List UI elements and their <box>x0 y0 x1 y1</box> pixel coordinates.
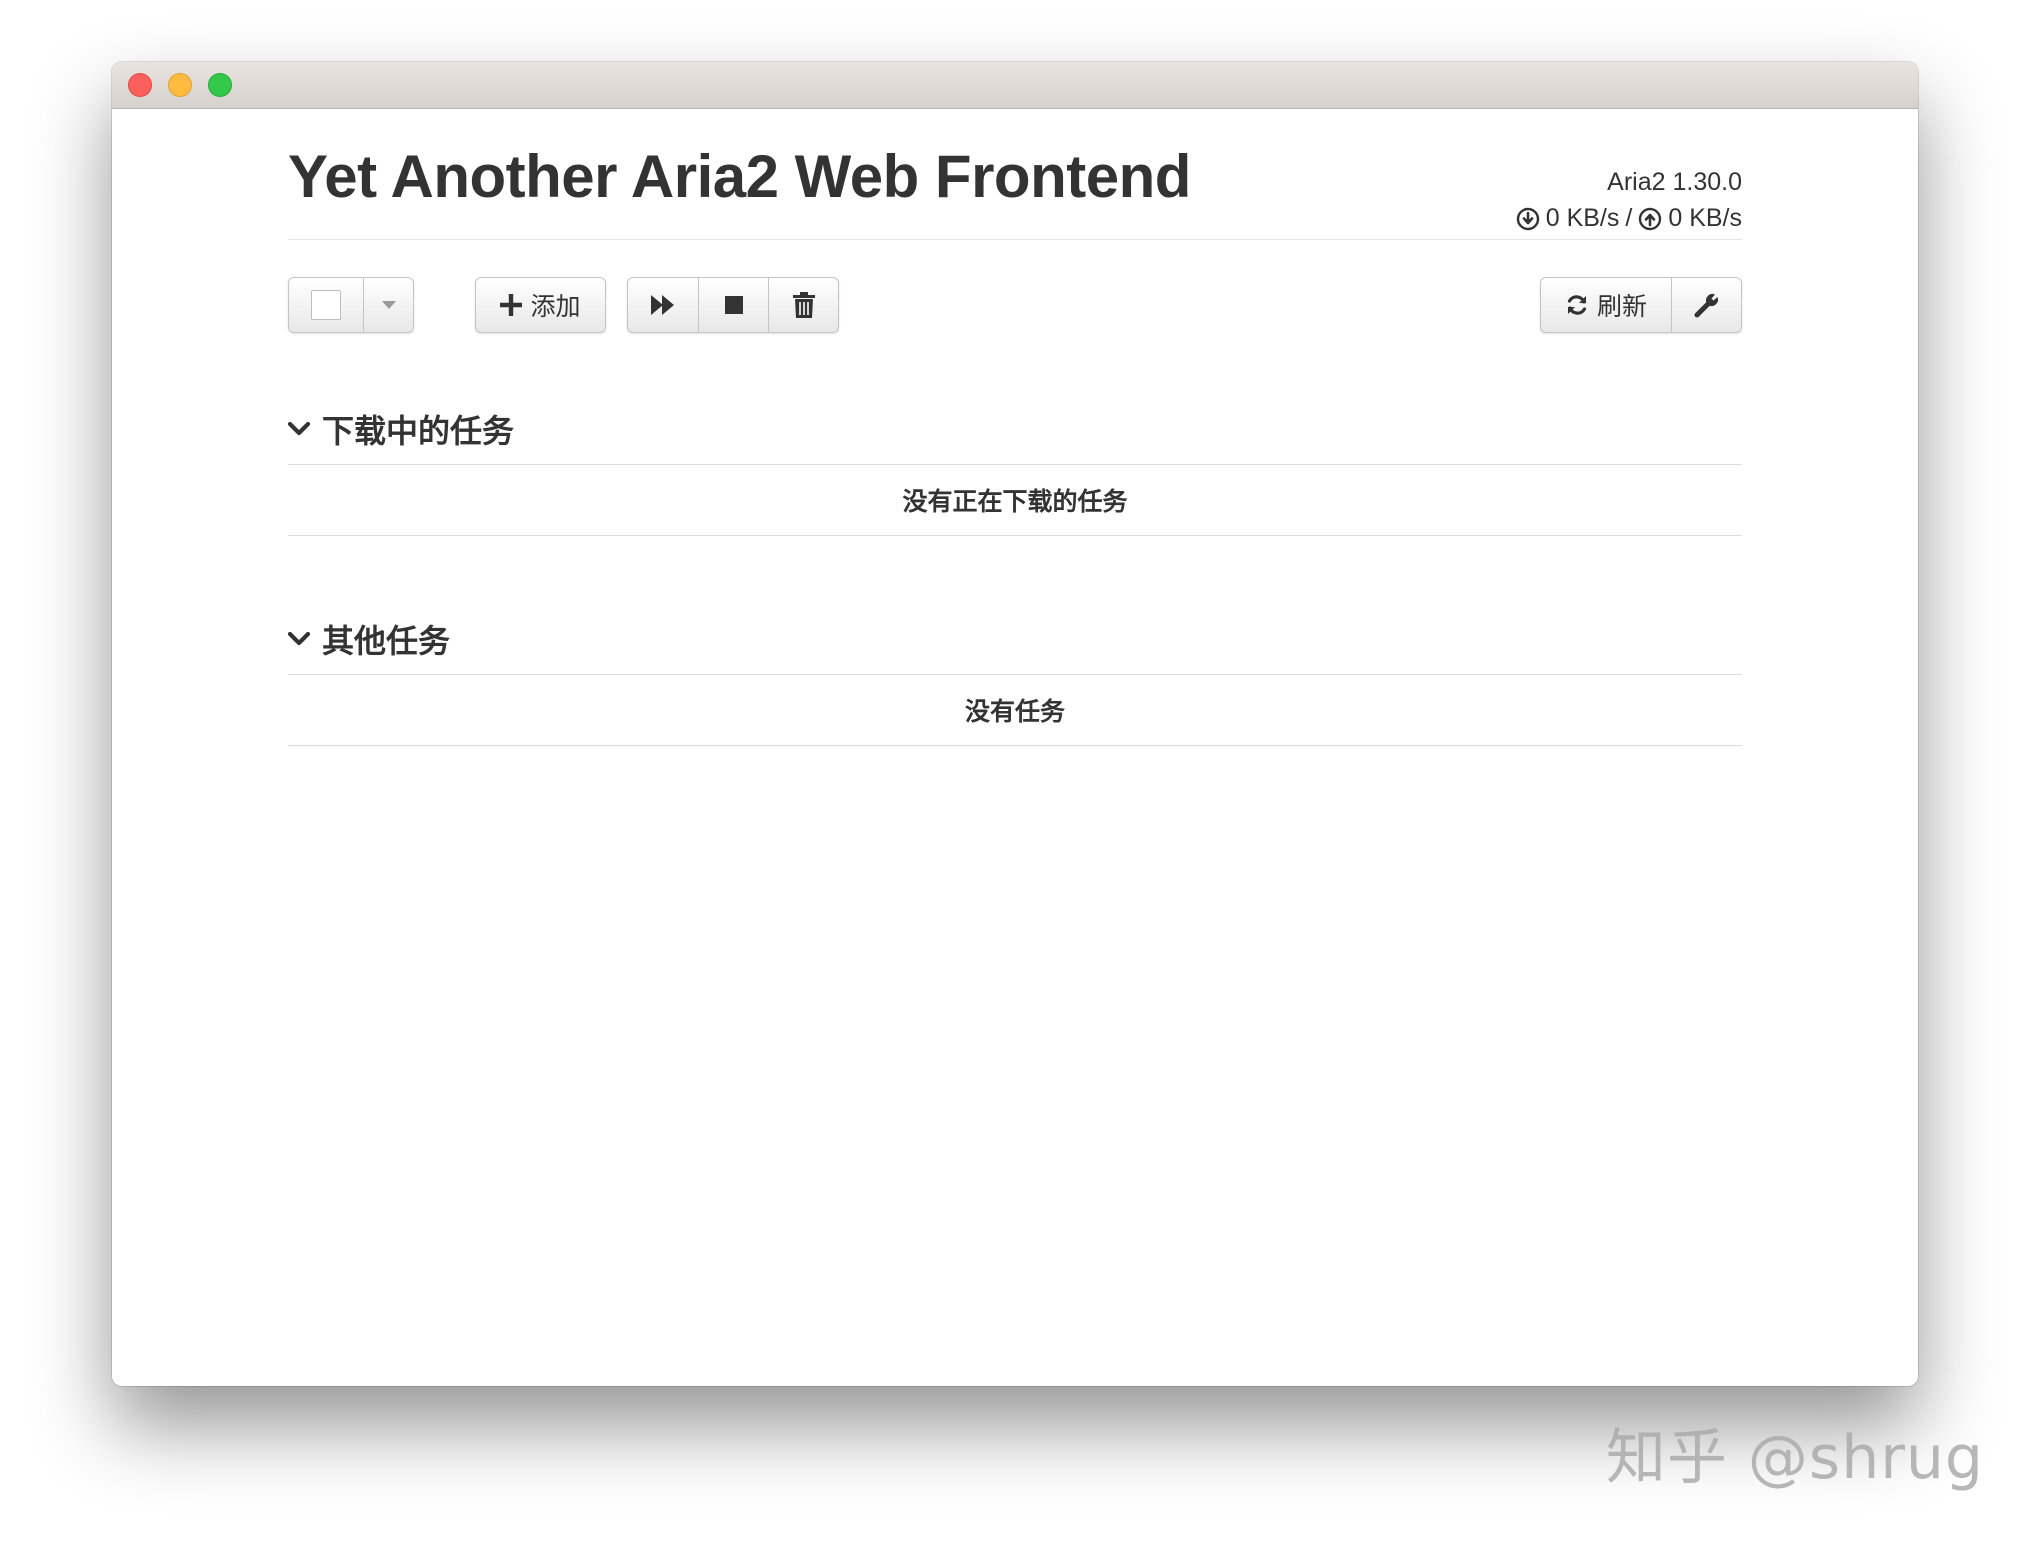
task-action-group <box>627 277 839 333</box>
fast-forward-icon <box>651 295 674 315</box>
upload-speed-value: 0 KB/s <box>1668 204 1742 232</box>
close-window-button[interactable] <box>128 73 152 97</box>
stop-icon <box>724 296 743 314</box>
other-tasks-section-header[interactable]: 其他任务 <box>288 604 1742 675</box>
plus-icon <box>500 294 523 316</box>
add-button-group: 添加 <box>475 277 606 333</box>
remove-task-button[interactable] <box>768 278 838 332</box>
trash-icon <box>792 292 815 318</box>
refresh-button-label: 刷新 <box>1596 293 1647 321</box>
refresh-button[interactable]: 刷新 <box>1541 278 1671 332</box>
minimize-window-button[interactable] <box>168 73 192 97</box>
other-tasks-section-title: 其他任务 <box>322 623 451 659</box>
page-header: Yet Another Aria2 Web Frontend Aria2 1.3… <box>288 108 1742 240</box>
title-bar <box>112 62 1918 109</box>
downloading-section-title: 下载中的任务 <box>322 413 515 449</box>
add-button-label: 添加 <box>530 293 581 321</box>
refresh-settings-group: 刷新 <box>1540 277 1742 333</box>
global-speed: 0 KB/s / 0 KB/s <box>1516 204 1742 233</box>
pause-task-button[interactable] <box>698 278 768 332</box>
wrench-icon <box>1694 294 1718 318</box>
main-content: Yet Another Aria2 Web Frontend Aria2 1.3… <box>288 108 1742 746</box>
app-window: Yet Another Aria2 Web Frontend Aria2 1.3… <box>112 62 1918 1386</box>
start-task-button[interactable] <box>628 278 698 332</box>
downloading-section-header[interactable]: 下载中的任务 <box>288 394 1742 465</box>
other-tasks-empty-message: 没有任务 <box>288 675 1742 746</box>
aria2-version: Aria2 1.30.0 <box>1607 168 1742 196</box>
select-menu-button[interactable] <box>363 278 413 332</box>
download-speed-icon <box>1516 207 1539 230</box>
checkbox-icon <box>311 290 341 320</box>
speed-separator: / <box>1625 204 1633 232</box>
watermark: 知乎 @shrug <box>1605 1423 1984 1493</box>
upload-speed-icon <box>1639 207 1662 230</box>
page-title: Yet Another Aria2 Web Frontend <box>288 143 1191 210</box>
select-button-group <box>288 277 414 333</box>
downloading-empty-message: 没有正在下载的任务 <box>288 465 1742 536</box>
downloading-section: 下载中的任务 没有正在下载的任务 <box>288 394 1742 536</box>
zoom-window-button[interactable] <box>208 73 232 97</box>
chevron-down-icon <box>288 422 310 436</box>
caret-down-icon <box>381 301 396 309</box>
select-all-button[interactable] <box>289 278 363 332</box>
add-task-button[interactable]: 添加 <box>476 278 605 332</box>
chevron-down-icon <box>288 632 310 646</box>
refresh-icon <box>1567 295 1587 315</box>
other-tasks-section: 其他任务 没有任务 <box>288 604 1742 746</box>
download-speed-value: 0 KB/s <box>1545 204 1620 232</box>
settings-button[interactable] <box>1671 278 1741 332</box>
toolbar: 添加 刷新 <box>288 277 1742 335</box>
